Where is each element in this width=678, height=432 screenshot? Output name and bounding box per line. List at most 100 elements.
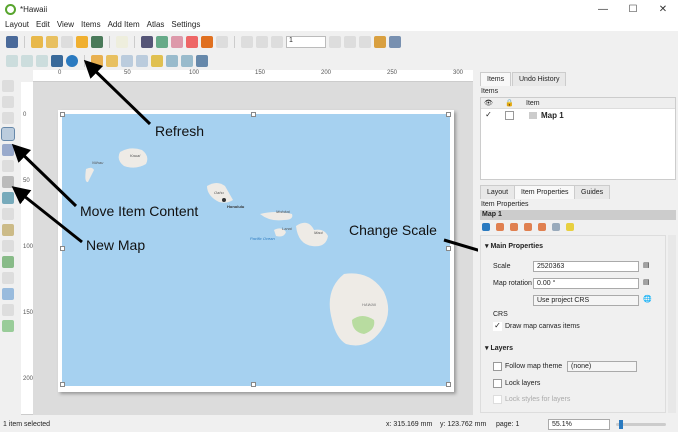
pan-icon[interactable] — [2, 80, 14, 92]
lock-checkbox[interactable] — [505, 111, 514, 120]
tab-guides[interactable]: Guides — [574, 185, 611, 199]
follow-theme-checkbox[interactable] — [493, 362, 502, 371]
export-image-icon[interactable] — [156, 35, 168, 48]
resize-items-icon[interactable] — [181, 54, 193, 67]
menu-edit[interactable]: Edit — [36, 20, 50, 29]
menu-items[interactable]: Items — [81, 20, 101, 29]
export-pdf-icon[interactable] — [186, 35, 198, 48]
zoom-out-icon[interactable] — [21, 54, 33, 67]
minimize-button[interactable]: — — [588, 4, 618, 15]
view-extent-icon[interactable] — [510, 223, 518, 231]
set-extent-icon[interactable] — [496, 223, 504, 231]
add-html-icon[interactable] — [2, 304, 14, 316]
ungroup-items-icon[interactable] — [136, 54, 148, 67]
last-feature-icon[interactable] — [344, 35, 356, 48]
menu-atlas[interactable]: Atlas — [147, 20, 165, 29]
export-svg-icon[interactable] — [171, 35, 183, 48]
draw-canvas-items-checkbox[interactable]: ✓ — [493, 322, 502, 331]
crs-select[interactable]: Use project CRS — [533, 295, 639, 306]
add-3d-map-icon[interactable] — [2, 176, 14, 188]
bookmarks-icon[interactable] — [552, 223, 560, 231]
set-scale-icon[interactable] — [524, 223, 532, 231]
scale-input[interactable]: 2520363 — [533, 261, 639, 272]
atlas-preview-icon[interactable] — [241, 35, 253, 48]
new-layout-icon[interactable] — [31, 35, 43, 48]
zoom-tool-icon[interactable] — [2, 96, 14, 108]
add-arrow-icon[interactable] — [2, 272, 14, 284]
add-table-icon[interactable] — [2, 320, 14, 332]
raise-items-icon[interactable] — [91, 54, 103, 67]
resize-handle[interactable] — [446, 112, 451, 117]
tab-undo-history[interactable]: Undo History — [512, 72, 567, 86]
new-page-icon[interactable] — [116, 35, 128, 48]
zoom-full-icon[interactable] — [51, 54, 63, 67]
resize-handle[interactable] — [60, 112, 65, 117]
redo-icon[interactable] — [216, 35, 228, 48]
labeling-settings-icon[interactable] — [566, 223, 574, 231]
close-button[interactable]: ✕ — [648, 4, 678, 15]
save-template-icon[interactable] — [91, 35, 103, 48]
resize-handle[interactable] — [251, 382, 256, 387]
lock-items-icon[interactable] — [196, 54, 208, 67]
crs-selector-icon[interactable]: 🌐 — [643, 295, 652, 303]
menu-settings[interactable]: Settings — [171, 20, 200, 29]
refresh-icon[interactable] — [66, 54, 78, 67]
layout-manager-icon[interactable] — [61, 35, 73, 48]
distribute-items-icon[interactable] — [166, 54, 178, 67]
add-shape-icon[interactable] — [2, 256, 14, 268]
zoom-combo[interactable]: 55.1% — [548, 419, 610, 430]
add-scalebar-icon[interactable] — [2, 240, 14, 252]
lock-layers-checkbox[interactable] — [493, 379, 502, 388]
add-label-icon[interactable] — [2, 208, 14, 220]
group-items-icon[interactable] — [121, 54, 133, 67]
main-properties-header[interactable]: ▾ Main Properties — [485, 242, 543, 250]
zoom-actual-icon[interactable] — [36, 54, 48, 67]
maximize-button[interactable]: ☐ — [618, 4, 648, 15]
tab-items[interactable]: Items — [480, 72, 512, 86]
refresh-preview-icon[interactable] — [482, 223, 490, 231]
rotation-spinbox[interactable]: 0.00 ° — [533, 278, 639, 289]
zoom-in-icon[interactable] — [6, 54, 18, 67]
align-items-icon[interactable] — [151, 54, 163, 67]
menu-layout[interactable]: Layout — [5, 20, 29, 29]
menu-add-item[interactable]: Add Item — [108, 20, 140, 29]
resize-handle[interactable] — [60, 382, 65, 387]
list-item[interactable]: ✓ Map 1 — [481, 109, 675, 121]
theme-select[interactable]: (none) — [567, 361, 637, 372]
open-template-icon[interactable] — [76, 35, 88, 48]
resize-handle[interactable] — [60, 246, 65, 251]
data-defined-override-icon[interactable]: ▤ — [643, 278, 650, 286]
lower-items-icon[interactable] — [106, 54, 118, 67]
export-atlas-icon[interactable] — [389, 35, 401, 48]
duplicate-layout-icon[interactable] — [46, 35, 58, 48]
next-feature-icon[interactable] — [329, 35, 341, 48]
add-polyline-icon[interactable] — [2, 288, 14, 300]
menu-view[interactable]: View — [57, 20, 74, 29]
tab-item-properties[interactable]: Item Properties — [514, 185, 576, 199]
edit-nodes-icon[interactable] — [2, 144, 14, 156]
visible-checkbox[interactable]: ✓ — [484, 111, 493, 120]
properties-scrollbar[interactable] — [668, 235, 676, 413]
add-legend-icon[interactable] — [2, 224, 14, 236]
previous-feature-icon[interactable] — [271, 35, 283, 48]
add-map-icon[interactable] — [2, 160, 14, 172]
resize-handle[interactable] — [251, 112, 256, 117]
zoom-slider-handle[interactable] — [619, 420, 623, 429]
first-feature-icon[interactable] — [256, 35, 268, 48]
resize-handle[interactable] — [446, 382, 451, 387]
save-icon[interactable] — [6, 35, 18, 48]
print-icon[interactable] — [141, 35, 153, 48]
view-scale-icon[interactable] — [538, 223, 546, 231]
atlas-settings-icon[interactable] — [374, 35, 386, 48]
undo-icon[interactable] — [201, 35, 213, 48]
print-atlas-icon[interactable] — [359, 35, 371, 48]
add-picture-icon[interactable] — [2, 192, 14, 204]
layers-header[interactable]: ▾ Layers — [485, 344, 513, 352]
move-item-content-icon[interactable] — [1, 127, 15, 141]
select-icon[interactable] — [2, 112, 14, 124]
tab-layout[interactable]: Layout — [480, 185, 516, 199]
data-defined-override-icon[interactable]: ▤ — [643, 261, 650, 269]
zoom-slider[interactable] — [616, 420, 666, 429]
atlas-page-select[interactable]: 1 — [286, 35, 326, 48]
resize-handle[interactable] — [446, 246, 451, 251]
